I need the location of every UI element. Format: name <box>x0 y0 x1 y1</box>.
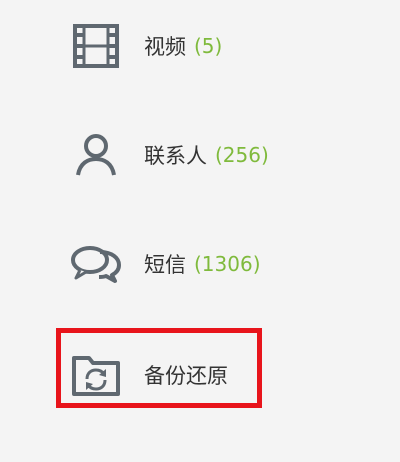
item-count-badge: (1306) <box>194 252 261 276</box>
sidebar-item-video[interactable]: 视频 (5) <box>68 18 222 74</box>
backup-folder-icon <box>68 347 124 403</box>
sidebar-item-label: 短信 <box>144 253 186 277</box>
sidebar-item-label: 备份还原 <box>144 364 228 388</box>
chat-bubbles-icon <box>68 236 124 292</box>
sidebar-item-backup-restore[interactable]: 备份还原 <box>68 347 228 403</box>
film-icon <box>68 18 124 74</box>
sidebar-item-sms[interactable]: 短信 (1306) <box>68 236 261 292</box>
person-icon <box>68 127 124 183</box>
sidebar-item-label: 联系人 <box>144 144 207 168</box>
sidebar-item-contacts[interactable]: 联系人 (256) <box>68 127 269 183</box>
item-count-badge: (5) <box>194 34 223 58</box>
sidebar-nav: 视频 (5) 联系人 (256) 短信 (1306) 备份还原 <box>0 0 400 462</box>
item-count-badge: (256) <box>215 143 269 167</box>
sidebar-item-label: 视频 <box>144 35 186 59</box>
